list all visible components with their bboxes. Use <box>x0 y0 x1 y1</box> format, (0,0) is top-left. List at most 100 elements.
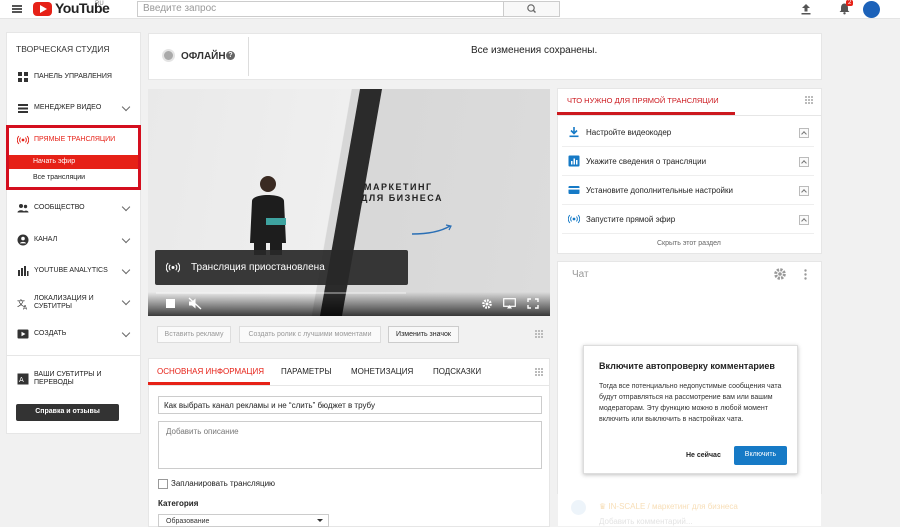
chart-icon <box>568 155 580 167</box>
account-icon <box>17 234 29 246</box>
drag-handle-icon[interactable] <box>805 96 813 104</box>
sidebar-item-localization[interactable]: 文A ЛОКАЛИЗАЦИЯ И СУБТИТРЫ <box>6 291 141 317</box>
sidebar-item-label: СОЗДАТЬ <box>34 330 67 337</box>
sidebar-divider <box>6 355 141 356</box>
sidebar-item-label: YOUTUBE ANALYTICS <box>34 267 108 274</box>
sidebar-subitem-start-stream[interactable]: Начать эфир <box>9 155 138 169</box>
sidebar-item-label: КАНАЛ <box>34 236 58 243</box>
sidebar-item-create[interactable]: СОЗДАТЬ <box>6 323 141 345</box>
insert-ad-button[interactable]: Вставить рекламу <box>157 326 231 343</box>
status-divider <box>248 37 249 76</box>
youtube-logo-icon[interactable] <box>33 2 52 16</box>
category-select[interactable]: Образование <box>158 514 329 527</box>
checklist-item-go-live[interactable]: Запустите прямой эфир <box>586 215 675 224</box>
drag-handle-icon[interactable] <box>535 330 543 338</box>
sidebar-item-community[interactable]: СООБЩЕСТВО <box>6 197 141 219</box>
arrow-decoration <box>411 224 452 235</box>
tab-parameters[interactable]: ПАРАМЕТРЫ <box>281 367 332 376</box>
schedule-checkbox[interactable] <box>158 479 168 489</box>
studio-title: ТВОРЧЕСКАЯ СТУДИЯ <box>16 44 110 54</box>
popup-body: Тогда все потенциально недопустимые сооб… <box>599 383 782 423</box>
progress-bar[interactable] <box>156 292 406 294</box>
gear-icon[interactable] <box>773 267 787 281</box>
stream-status: ОФЛАЙН <box>181 51 226 62</box>
sidebar-item-dashboard[interactable]: ПАНЕЛЬ УПРАВЛЕНИЯ <box>6 66 141 88</box>
video-headline-line-2: ДЛЯ БИЗНЕСА <box>361 193 444 203</box>
collapse-button[interactable] <box>799 186 809 196</box>
mute-icon[interactable] <box>188 297 202 310</box>
chevron-down-icon <box>121 265 131 275</box>
chevron-down-icon <box>121 328 131 338</box>
checklist-title-underline <box>557 112 735 115</box>
enable-button[interactable]: Включить <box>734 446 787 465</box>
dashboard-icon <box>18 72 28 82</box>
schedule-label: Запланировать трансляцию <box>171 479 276 488</box>
translate-icon: 文A <box>17 298 28 310</box>
tab-basic-info[interactable]: ОСНОВНАЯ ИНФОРМАЦИЯ <box>157 367 264 376</box>
sidebar-subitem-all-streams[interactable]: Все трансляции <box>9 171 138 185</box>
hide-section-link[interactable]: Скрыть этот раздел <box>657 240 721 247</box>
tab-monetization[interactable]: МОНЕТИЗАЦИЯ <box>351 367 413 376</box>
chat-input-overlay <box>557 494 822 527</box>
tab-tips[interactable]: ПОДСКАЗКИ <box>433 367 481 376</box>
upload-icon[interactable] <box>800 3 812 15</box>
status-card <box>148 33 822 80</box>
saved-message: Все изменения сохранены. <box>471 45 598 56</box>
video-headline-line-1: МАРКЕТИНГ <box>364 182 433 192</box>
checklist-item-info[interactable]: Укажите сведения о трансляции <box>586 157 706 166</box>
region-label: RU <box>95 1 104 7</box>
sidebar-item-analytics[interactable]: YOUTUBE ANALYTICS <box>6 260 141 282</box>
broadcast-icon <box>568 214 580 224</box>
list-icon <box>18 104 28 113</box>
card-icon <box>568 186 580 194</box>
sidebar-item-your-subtitles[interactable]: A ВАШИ СУБТИТРЫ И ПЕРЕВОДЫ <box>6 366 141 392</box>
paused-text: Трансляция приостановлена <box>191 262 325 273</box>
description-textarea[interactable]: Добавить описание <box>158 421 542 469</box>
drag-handle-icon[interactable] <box>535 368 543 376</box>
people-icon <box>17 204 29 213</box>
notification-badge: 2 <box>846 0 854 6</box>
fullscreen-icon[interactable] <box>527 298 539 309</box>
popup-title: Включите автопроверку комментариев <box>599 361 775 371</box>
chevron-down-icon <box>121 102 131 112</box>
cast-icon[interactable] <box>503 298 516 309</box>
checklist-title[interactable]: ЧТО НУЖНО ДЛЯ ПРЯМОЙ ТРАНСЛЯЦИИ <box>567 96 719 105</box>
search-input[interactable]: Введите запрос <box>137 1 504 17</box>
broadcast-icon <box>17 135 29 145</box>
avatar[interactable] <box>863 1 880 18</box>
sidebar-item-label: СООБЩЕСТВО <box>34 204 85 211</box>
stop-icon[interactable] <box>166 299 175 308</box>
chat-title: Чат <box>572 269 589 280</box>
tabs-divider <box>148 385 550 386</box>
download-icon <box>569 127 579 138</box>
collapse-button[interactable] <box>799 128 809 138</box>
create-icon <box>17 329 29 339</box>
create-highlights-button[interactable]: Создать ролик с лучшими моментами <box>239 326 381 343</box>
help-feedback-button[interactable]: Справка и отзывы <box>16 404 119 421</box>
sidebar-item-label: ВАШИ СУБТИТРЫ И ПЕРЕВОДЫ <box>34 371 102 386</box>
more-vert-icon[interactable] <box>804 269 807 280</box>
collapse-button[interactable] <box>799 215 809 225</box>
search-button[interactable] <box>504 1 560 17</box>
stream-title-input[interactable]: Как выбрать канал рекламы и не “слить” б… <box>158 396 542 414</box>
checklist-separator <box>562 204 814 205</box>
help-icon[interactable]: ? <box>226 51 235 60</box>
menu-icon[interactable] <box>12 5 22 13</box>
sidebar-item-live-streaming[interactable]: ПРЯМЫЕ ТРАНСЛЯЦИИ <box>6 129 141 151</box>
collapse-button[interactable] <box>799 157 809 167</box>
sidebar-item-channel[interactable]: КАНАЛ <box>6 229 141 251</box>
chevron-down-icon <box>121 202 131 212</box>
sidebar-item-label: МЕНЕДЖЕР ВИДЕО <box>34 104 102 111</box>
search-icon <box>527 4 536 13</box>
checklist-item-encoder[interactable]: Настройте видеокодер <box>586 128 671 137</box>
chevron-down-icon <box>121 234 131 244</box>
change-thumbnail-button[interactable]: Изменить значок <box>388 326 459 343</box>
sidebar-item-video-manager[interactable]: МЕНЕДЖЕР ВИДЕО <box>6 97 141 119</box>
not-now-button[interactable]: Не сейчас <box>686 452 721 459</box>
settings-icon[interactable] <box>481 298 493 310</box>
checklist-item-settings[interactable]: Установите дополнительные настройки <box>586 186 733 195</box>
offline-status-icon <box>162 49 175 62</box>
checklist-separator <box>562 233 814 234</box>
broadcast-icon <box>166 262 180 273</box>
sidebar-item-label: ПАНЕЛЬ УПРАВЛЕНИЯ <box>34 73 112 80</box>
